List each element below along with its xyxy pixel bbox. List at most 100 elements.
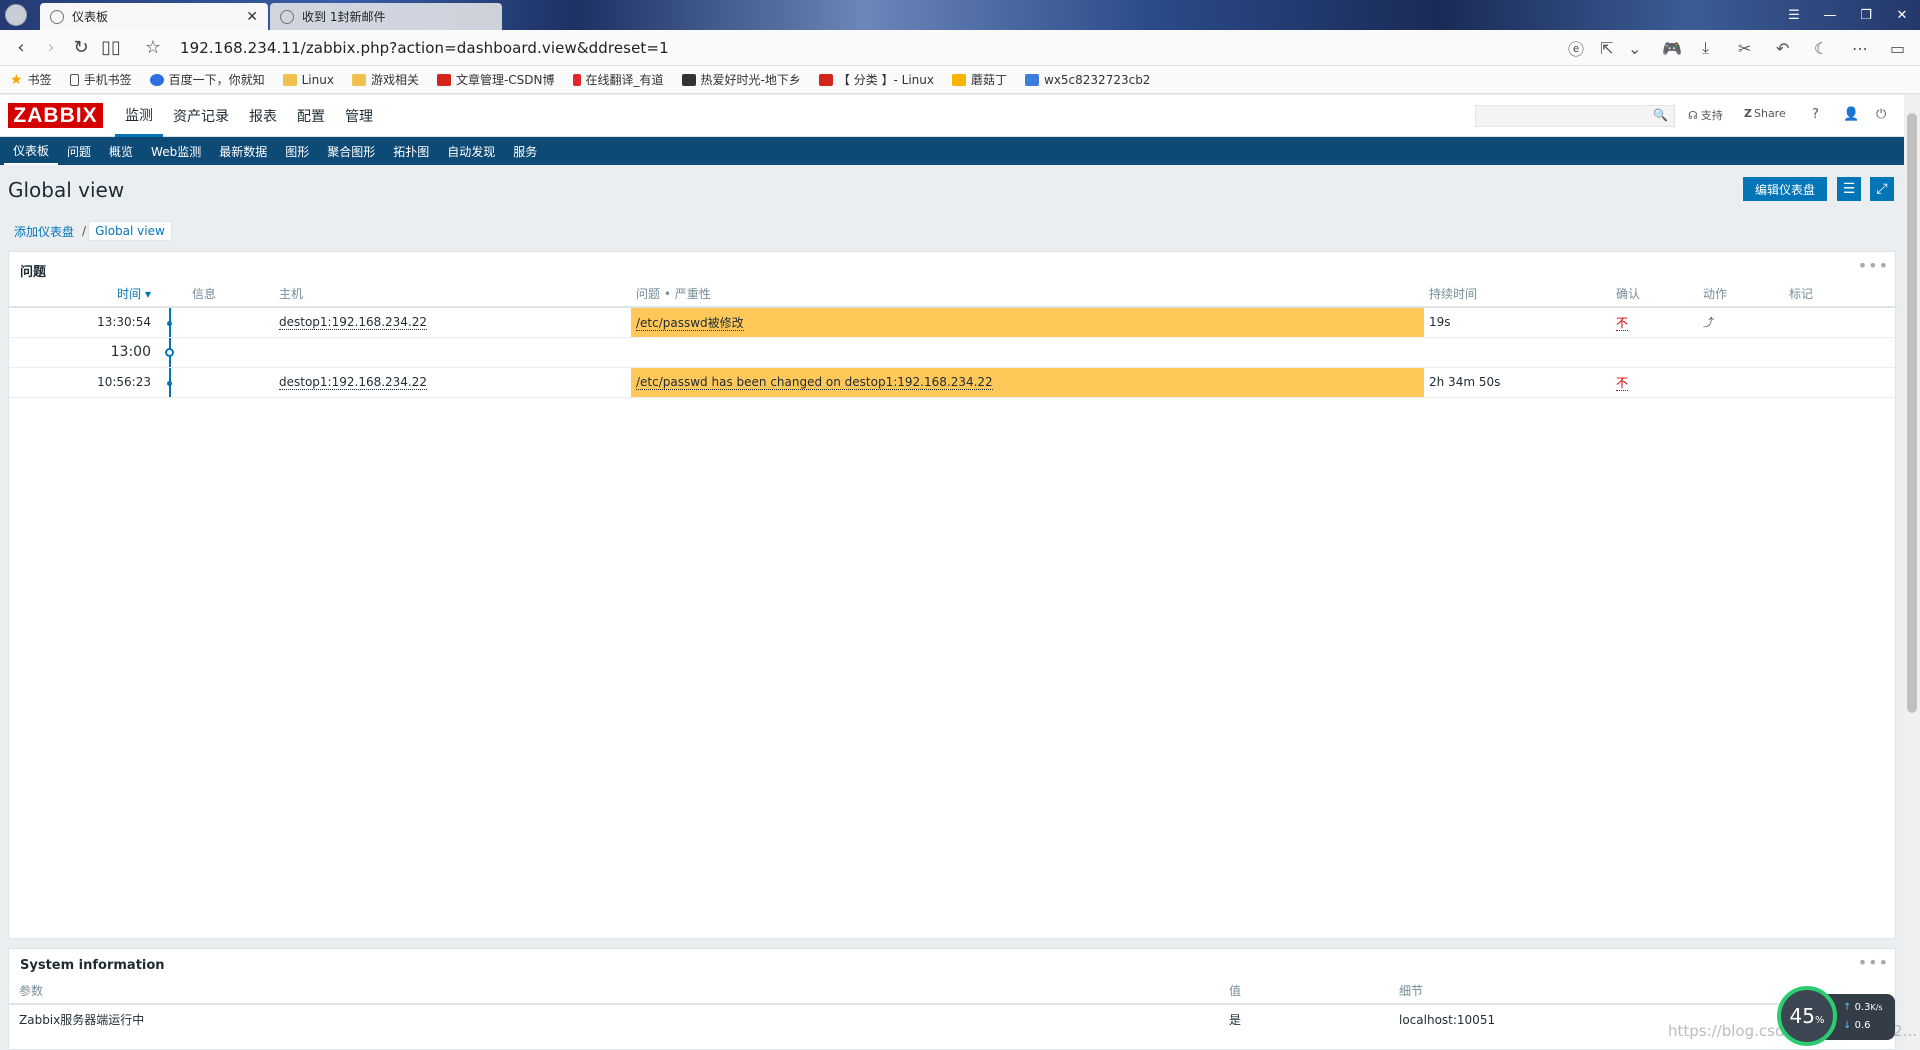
submenu-graphs[interactable]: 图形 (276, 137, 318, 165)
bookmark-item[interactable]: 游戏相关 (351, 71, 419, 88)
download-arrow-icon: ↓ (1843, 1020, 1852, 1031)
network-monitor-widget[interactable]: ↑ 0.3K/s ↓ 0.6 45% (1777, 986, 1897, 1050)
share-page-icon[interactable]: ⇱ (1600, 30, 1613, 66)
problem-name[interactable]: /etc/passwd被修改 (631, 307, 1424, 338)
column-header-duration: 持续时间 (1424, 281, 1611, 308)
close-icon[interactable]: ✕ (246, 9, 258, 25)
bookmark-item[interactable]: 文章管理-CSDN博 (436, 71, 555, 88)
phone-icon (69, 73, 79, 86)
bookmark-item[interactable]: 在线翻译_有道 (572, 71, 664, 88)
share-link[interactable]: Z Share (1744, 107, 1786, 120)
column-header-host: 主机 (274, 281, 631, 308)
submenu-problems[interactable]: 问题 (58, 137, 100, 165)
zabbix-logo[interactable]: ZABBIX (8, 103, 103, 128)
game-icon[interactable]: 🎮 (1662, 30, 1682, 66)
bookmark-item[interactable]: 百度一下，你就知 (149, 71, 265, 88)
bookmark-star-icon[interactable]: ☆ (138, 33, 168, 63)
problem-time[interactable]: 10:56:23 (9, 367, 169, 398)
problem-ack[interactable]: 不 (1611, 307, 1698, 338)
reader-mode-icon[interactable]: ▯▯ (96, 33, 126, 63)
submenu-latest-data[interactable]: 最新数据 (210, 137, 276, 165)
bookmark-item[interactable]: 手机书签 (69, 71, 132, 88)
forward-icon[interactable]: › (36, 33, 66, 63)
reload-icon[interactable]: ↻ (66, 33, 96, 63)
ie-mode-icon[interactable]: ⓔ (1568, 30, 1584, 66)
column-header-time[interactable]: 时间 ▾ (9, 281, 169, 308)
csdn-icon (436, 73, 451, 86)
browser-user-avatar[interactable] (5, 4, 27, 26)
system-info-table: 参数 值 细节 Zabbix服务器端运行中 是 localhost:10051 (9, 978, 1897, 1034)
sidebar-icon[interactable]: ▭ (1890, 30, 1905, 66)
problem-time[interactable]: 13:30:54 (9, 307, 169, 338)
tab-dashboard[interactable]: 仪表板 ✕ (40, 3, 268, 30)
bookmark-item[interactable]: 【 分类 】- Linux (818, 71, 934, 88)
sign-out-icon[interactable]: ⏻ (1876, 107, 1886, 122)
bookmark-item[interactable]: 热爱好时光-地下乡 (681, 71, 801, 88)
menu-icon[interactable]: ☰ (1776, 0, 1812, 30)
page-scrollbar[interactable] (1904, 95, 1920, 1050)
system-information-widget: System information ••• 参数 值 细节 Zabbix服务器… (8, 948, 1897, 1050)
top-menu: 监测 资产记录 报表 配置 管理 (115, 95, 383, 137)
column-header-ack: 确认 (1611, 281, 1698, 308)
scissors-icon[interactable]: ✂ (1738, 30, 1751, 66)
submenu-discovery[interactable]: 自动发现 (438, 137, 504, 165)
problem-ack[interactable]: 不 (1611, 367, 1698, 398)
undo-icon[interactable]: ↶ (1776, 30, 1789, 66)
window-close-icon[interactable]: ✕ (1884, 0, 1920, 30)
menu-administration[interactable]: 管理 (335, 95, 383, 137)
fullscreen-icon[interactable]: ⤢ (1870, 177, 1894, 201)
bookmark-item[interactable]: wx5c8232723cb2 (1025, 73, 1150, 87)
url-field[interactable]: 192.168.234.11/zabbix.php?action=dashboa… (180, 39, 669, 57)
back-icon[interactable]: ‹ (6, 33, 36, 63)
menu-inventory[interactable]: 资产记录 (163, 95, 239, 137)
submenu-overview[interactable]: 概览 (100, 137, 142, 165)
sub-menu: 仪表板 问题 概览 Web监测 最新数据 图形 聚合图形 拓扑图 自动发现 服务 (0, 137, 1904, 165)
problem-actions (1698, 367, 1784, 398)
submenu-services[interactable]: 服务 (504, 137, 546, 165)
download-icon[interactable]: ⤓ (1702, 30, 1709, 66)
menu-configuration[interactable]: 配置 (287, 95, 335, 137)
table-header-row: 参数 值 细节 (9, 978, 1897, 1005)
more-icon[interactable]: ⋯ (1852, 30, 1868, 66)
edit-dashboard-button[interactable]: 编辑仪表盘 (1743, 177, 1827, 201)
bookmarks-bar: ★ 书签 手机书签 百度一下，你就知 Linux 游戏相关 文章管理-CSDN博 … (0, 66, 1920, 94)
submenu-screens[interactable]: 聚合图形 (318, 137, 384, 165)
table-row: 13:30:54 destop1:192.168.234.22 /etc/pas… (9, 307, 1897, 338)
scrollbar-thumb[interactable] (1907, 113, 1917, 713)
search-input[interactable]: 🔍 (1475, 105, 1675, 127)
submenu-web[interactable]: Web监测 (142, 137, 210, 165)
restore-icon[interactable]: ❐ (1848, 0, 1884, 30)
widget-options-icon[interactable]: ••• (1858, 256, 1889, 275)
bookmark-item[interactable]: Linux (282, 73, 334, 87)
submenu-maps[interactable]: 拓扑图 (384, 137, 438, 165)
widget-options-icon[interactable]: ••• (1858, 953, 1889, 972)
problem-host[interactable]: destop1:192.168.234.22 (274, 307, 631, 338)
support-link[interactable]: ☊ 支持 (1688, 107, 1723, 123)
user-profile-icon[interactable]: 👤 (1843, 107, 1859, 122)
breadcrumb-parent[interactable]: 添加仪表盘 (8, 223, 80, 240)
table-header-row: 时间 ▾ 信息 主机 问题 • 严重性 持续时间 确认 动作 标记 (9, 281, 1897, 308)
menu-monitoring[interactable]: 监测 (115, 95, 163, 137)
help-link[interactable]: ? (1812, 107, 1819, 122)
mushroom-icon (951, 73, 966, 86)
problem-name[interactable]: /etc/passwd has been changed on destop1:… (631, 367, 1424, 398)
tab-mail[interactable]: 收到 1封新邮件 (270, 3, 502, 30)
column-header-actions: 动作 (1698, 281, 1784, 308)
timeline-marker (167, 367, 187, 398)
chevron-down-icon[interactable]: ⌄ (1628, 30, 1641, 66)
menu-reports[interactable]: 报表 (239, 95, 287, 137)
actions-menu-icon[interactable]: ☰ (1837, 177, 1861, 201)
breadcrumb-current[interactable]: Global view (88, 221, 172, 241)
problem-tags (1784, 367, 1897, 398)
minimize-icon[interactable]: — (1812, 0, 1848, 30)
night-mode-icon[interactable]: ☾ (1814, 30, 1828, 66)
link-icon (1025, 73, 1039, 86)
bookmark-item[interactable]: 蘑菇丁 (951, 71, 1007, 88)
action-icon[interactable]: ⤴ (1703, 316, 1714, 329)
globe-icon (50, 9, 64, 24)
problem-host[interactable]: destop1:192.168.234.22 (274, 367, 631, 398)
bookmark-item[interactable]: ★ 书签 (10, 71, 52, 88)
search-icon[interactable]: 🔍 (1653, 108, 1668, 122)
problem-actions[interactable]: ⤴ (1698, 307, 1784, 338)
submenu-dashboard[interactable]: 仪表板 (4, 137, 59, 165)
